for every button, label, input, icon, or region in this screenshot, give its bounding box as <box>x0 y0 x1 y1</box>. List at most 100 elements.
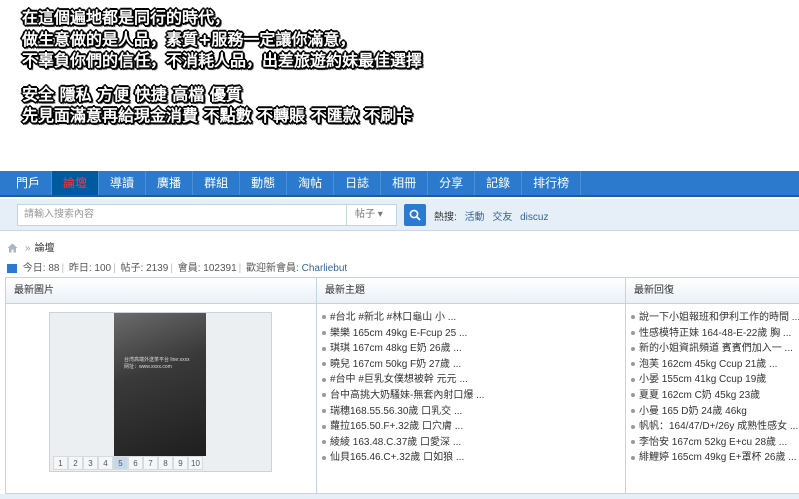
latest-panels: 最新圖片 台湾高端外送茶平台 line:xxxx 网址：www.xxxx.com… <box>5 277 799 495</box>
reply-item-title[interactable]: 說一下小姐報班和伊利工作的時間 ... <box>639 312 799 323</box>
nav-item-blog[interactable]: 日誌 <box>334 171 382 195</box>
reply-item[interactable]: 緋鯉婷 165cm 49kg E+罩杯 26歲 ... <box>631 450 799 466</box>
pager-page[interactable]: 4 <box>98 456 113 470</box>
topic-item-title[interactable]: 仙貝165.46.C+.32歲 口如狼 ... <box>330 452 464 463</box>
pager-page[interactable]: 7 <box>143 456 158 470</box>
forum-stats: 今日: 88 | 昨日: 100 | 帖子: 2139 | 會員: 102391 | 歡… <box>7 259 347 274</box>
topic-item[interactable]: #台中 #巨乳女僕想被幹 元元 ... <box>322 372 625 388</box>
pager-page[interactable]: 10 <box>188 456 203 470</box>
stats-members-label: 會員: <box>177 263 201 274</box>
reply-item[interactable]: 性感模特正妹 164-48-E-22歲 胸 ... <box>631 326 799 342</box>
banner-line-2: 做生意做的是人品，素質+服務一定讓你滿意， <box>22 30 356 49</box>
nav-item-forum[interactable]: 論壇 <box>52 171 100 195</box>
reply-item[interactable]: 泡芙 162cm 45kg Ccup 21歲 ... <box>631 357 799 373</box>
reply-item-title[interactable]: 泡芙 162cm 45kg Ccup 21歲 ... <box>639 359 777 370</box>
topic-item[interactable]: 蘿拉165.50.F+.32歲 口穴膚 ... <box>322 419 625 435</box>
topic-item[interactable]: 仙貝165.46.C+.32歲 口如狼 ... <box>322 450 625 466</box>
reply-item-title[interactable]: 李怡安 167cm 52kg E+cu 28歲 ... <box>639 437 787 448</box>
banner-line-4: 安全 隱私 方便 快捷 高檔 優質 <box>22 85 242 104</box>
nav-item-share[interactable]: 分享 <box>428 171 476 195</box>
reply-item-title[interactable]: 緋鯉婷 165cm 49kg E+罩杯 26歲 ... <box>639 452 797 463</box>
promo-banner: 在這個遍地都是同行的時代， 做生意做的是人品，素質+服務一定讓你滿意， 不辜負你… <box>0 0 799 172</box>
nav-item-album[interactable]: 相冊 <box>381 171 429 195</box>
slide-photo[interactable]: 台湾高端外送茶平台 line:xxxx 网址：www.xxxx.com <box>114 313 206 456</box>
topic-item[interactable]: 琪琪 167cm 48kg E奶 26歲 ... <box>322 341 625 357</box>
search-type-select[interactable]: 帖子 ▾ <box>347 204 397 226</box>
pager-page[interactable]: 9 <box>173 456 188 470</box>
newest-member-link[interactable]: Charliebut <box>302 263 348 274</box>
breadcrumb-current[interactable]: 論壇 <box>35 243 55 254</box>
reply-item[interactable]: 李怡安 167cm 52kg E+cu 28歲 ... <box>631 435 799 451</box>
topic-item-title[interactable]: 瑞穗168.55.56.30歲 口乳交 ... <box>330 406 462 417</box>
hot-search-item[interactable]: 活動 <box>465 212 485 223</box>
topic-item[interactable]: #台北 #新北 #林口龜山 小 ... <box>322 310 625 326</box>
reply-item-title[interactable]: 新的小姐資訊頻道 賓賓們加入一 ... <box>639 343 793 354</box>
hot-search-item[interactable]: discuz <box>520 212 548 223</box>
bullet-icon <box>322 440 326 445</box>
bullet-icon <box>322 362 326 367</box>
stats-posts: 2139 <box>146 263 169 274</box>
hot-search-label: 熱搜: <box>434 212 457 223</box>
bullet-icon <box>631 393 635 398</box>
hot-search-item[interactable]: 交友 <box>492 212 512 223</box>
topic-item[interactable]: 台中高挑大奶騷妹-無套內射口爆 ... <box>322 388 625 404</box>
nav-item-guide[interactable]: 導讀 <box>99 171 147 195</box>
reply-item-title[interactable]: 帆帆：164/47/D+/26y 成熟性感女 ... <box>639 421 798 432</box>
nav-item-portal[interactable]: 門戶 <box>0 171 53 195</box>
bullet-icon <box>322 315 326 320</box>
pager-page[interactable]: 3 <box>83 456 98 470</box>
topic-item[interactable]: 瑞穗168.55.56.30歲 口乳交 ... <box>322 404 625 420</box>
bullet-icon <box>631 315 635 320</box>
bullet-icon <box>322 408 326 413</box>
pager-page[interactable]: 1 <box>53 456 68 470</box>
reply-item[interactable]: 說一下小姐報班和伊利工作的時間 ... <box>631 310 799 326</box>
topic-item-title[interactable]: 綾綾 163.48.C.37歲 口愛深 ... <box>330 437 461 448</box>
topic-item-title[interactable]: 台中高挑大奶騷妹-無套內射口爆 ... <box>330 390 484 401</box>
banner-line-1: 在這個遍地都是同行的時代， <box>22 8 231 27</box>
main-nav: 門戶 論壇 導讀 廣播 群組 動態 淘帖 日誌 相冊 分享 記錄 排行榜 <box>0 171 799 197</box>
reply-item[interactable]: 夏夏 162cm C奶 45kg 23歲 <box>631 388 799 404</box>
bullet-icon <box>631 455 635 460</box>
stats-posts-label: 帖子: <box>120 263 144 274</box>
search-button[interactable] <box>404 204 426 226</box>
pager-page-active[interactable]: 5 <box>113 456 128 470</box>
nav-item-ranking[interactable]: 排行榜 <box>522 171 582 195</box>
image-slideshow[interactable]: 台湾高端外送茶平台 line:xxxx 网址：www.xxxx.com 1 2 … <box>49 312 272 472</box>
topics-list: #台北 #新北 #林口龜山 小 ... 樂樂 165cm 49kg E-Fcup … <box>317 304 625 466</box>
reply-item-title[interactable]: 小晏 155cm 41kg Ccup 19歲 <box>639 374 766 385</box>
nav-item-broadcast[interactable]: 廣播 <box>146 171 194 195</box>
stats-today-label: 今日: <box>22 263 46 274</box>
topic-item-title[interactable]: 蘿拉165.50.F+.32歲 口穴膚 ... <box>330 421 463 432</box>
topic-item[interactable]: 樂樂 165cm 49kg E-Fcup 25 ... <box>322 326 625 342</box>
breadcrumb: » 論壇 <box>7 239 55 254</box>
reply-item-title[interactable]: 小曼 165 D奶 24歲 46kg <box>639 406 747 417</box>
stats-welcome-label: 歡迎新會員: <box>246 263 299 274</box>
topic-item-title[interactable]: 樂樂 165cm 49kg E-Fcup 25 ... <box>330 328 467 339</box>
pager-page[interactable]: 8 <box>158 456 173 470</box>
topic-item-title[interactable]: 曉兒 167cm 50kg F奶 27歲 ... <box>330 359 461 370</box>
reply-item[interactable]: 小曼 165 D奶 24歲 46kg <box>631 404 799 420</box>
reply-item-title[interactable]: 夏夏 162cm C奶 45kg 23歲 <box>639 390 760 401</box>
nav-item-collections[interactable]: 淘帖 <box>287 171 335 195</box>
reply-item[interactable]: 新的小姐資訊頻道 賓賓們加入一 ... <box>631 341 799 357</box>
reply-item[interactable]: 小晏 155cm 41kg Ccup 19歲 <box>631 372 799 388</box>
search-input[interactable]: 請輸入搜索內容 <box>17 204 347 226</box>
pager-page[interactable]: 2 <box>68 456 83 470</box>
topic-item[interactable]: 曉兒 167cm 50kg F奶 27歲 ... <box>322 357 625 373</box>
nav-item-groups[interactable]: 群組 <box>193 171 241 195</box>
nav-item-records[interactable]: 記錄 <box>475 171 523 195</box>
topic-item-title[interactable]: 琪琪 167cm 48kg E奶 26歲 ... <box>330 343 462 354</box>
reply-item-title[interactable]: 性感模特正妹 164-48-E-22歲 胸 ... <box>639 328 791 339</box>
topic-item-title[interactable]: #台北 #新北 #林口龜山 小 ... <box>330 312 456 323</box>
bullet-icon <box>322 455 326 460</box>
bullet-icon <box>631 377 635 382</box>
reply-item[interactable]: 帆帆：164/47/D+/26y 成熟性感女 ... <box>631 419 799 435</box>
home-icon[interactable] <box>7 243 18 253</box>
slide-pager: 1 2 3 4 5 6 7 8 9 10 <box>50 456 273 471</box>
topic-item[interactable]: 綾綾 163.48.C.37歲 口愛深 ... <box>322 435 625 451</box>
bullet-icon <box>631 424 635 429</box>
pager-page[interactable]: 6 <box>128 456 143 470</box>
topic-item-title[interactable]: #台中 #巨乳女僕想被幹 元元 ... <box>330 374 468 385</box>
nav-item-activity[interactable]: 動態 <box>240 171 288 195</box>
latest-images-panel: 最新圖片 台湾高端外送茶平台 line:xxxx 网址：www.xxxx.com… <box>6 278 317 495</box>
